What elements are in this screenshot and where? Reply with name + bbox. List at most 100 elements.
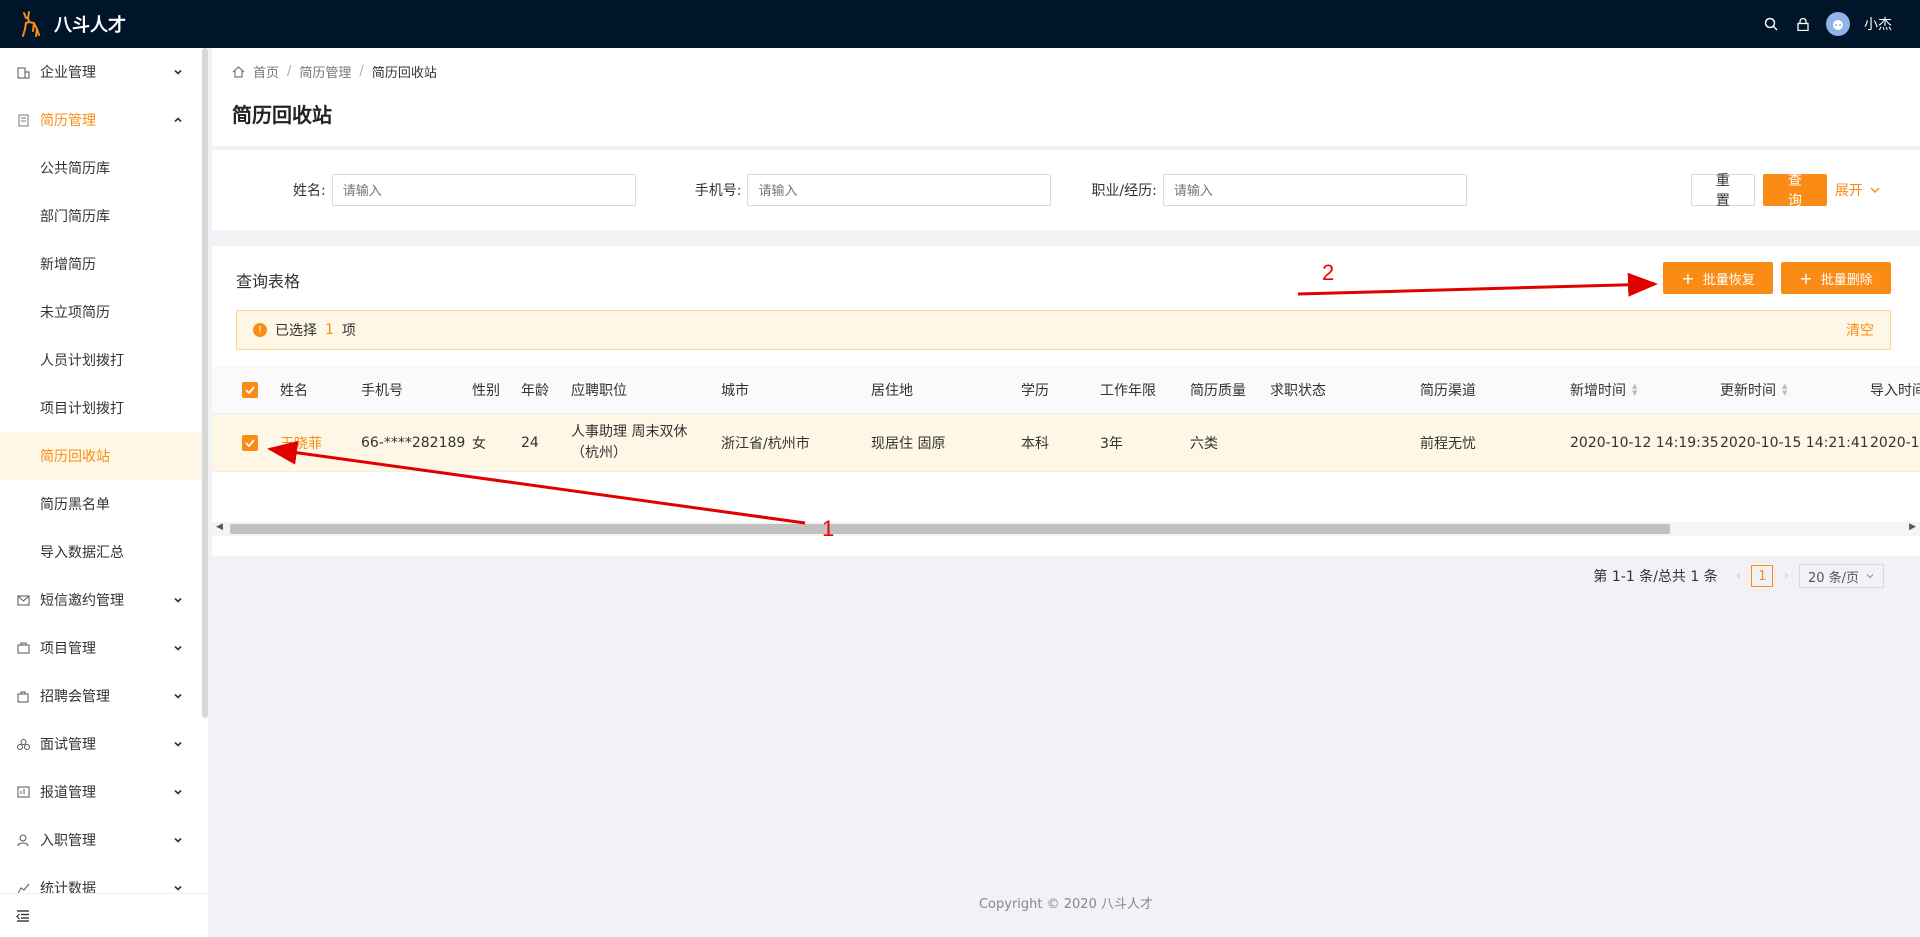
cell-position: 人事助理 周末双休（杭州） [571,423,688,461]
sidebar-subitem-public-resumes[interactable]: 公共简历库 [0,144,208,192]
sidebar-subitem-blacklist[interactable]: 简历黑名单 [0,480,208,528]
row-checkbox[interactable] [242,414,258,471]
sidebar-item-job-fair[interactable]: 招聘会管理 [0,672,208,720]
search-button[interactable]: 查 询 [1762,173,1827,209]
column-header-sortable[interactable]: 更新时间 ▲ ▼ [1720,366,1787,413]
sidebar-item-label: 短信邀约管理 [40,593,124,609]
plus-icon: + [1799,268,1813,288]
column-header-sortable[interactable]: 新增时间 ▲ ▼ [1570,366,1637,413]
column-header: 简历质量 [1190,382,1246,399]
search-icon[interactable] [1762,15,1780,33]
sidebar: 企业管理 简历管理 公共简历库 部门简历库 新增简历 未立项简历 人员计划拨打 … [0,48,208,937]
sidebar-item-label: 项目管理 [40,641,96,657]
avatar[interactable] [1826,12,1850,36]
job-filter-input[interactable] [1162,174,1467,206]
copyright-footer: Copyright © 2020 八斗人才 [978,897,1153,912]
table-horizontal-scrollbar[interactable]: ◀ ▶ [212,522,1920,536]
phone-filter-label: 手机号: [694,183,742,199]
chevron-up-icon [174,117,182,123]
breadcrumb-separator: / [287,64,292,79]
candidate-name-link[interactable]: 王晓菲 [280,414,322,471]
chevron-down-icon [174,789,182,795]
bag-icon [16,689,30,703]
sidebar-subitem-personnel-call-plan[interactable]: 人员计划拨打 [0,336,208,384]
reset-button[interactable]: 重 置 [1690,173,1755,209]
sidebar-item-label: 简历管理 [40,113,96,129]
prev-page-icon[interactable]: ‹ [1736,568,1742,584]
scroll-right-icon[interactable]: ▶ [1909,522,1916,532]
sidebar-subitem-recycle-bin[interactable]: 简历回收站 [0,432,208,480]
sidebar-subitem-import-summary[interactable]: 导入数据汇总 [0,528,208,576]
scrollbar-thumb[interactable] [230,524,1670,534]
page-number[interactable]: 1 [1751,565,1774,587]
main-content: 首页 / 简历管理 / 简历回收站 简历回收站 姓名: 手机号: 职业/经历: … [212,48,1920,937]
column-header: 城市 [721,382,749,399]
sidebar-collapse-button[interactable] [0,893,208,937]
chevron-down-icon [174,693,182,699]
pagination: 第 1-1 条/总共 1 条 ‹ 1 › 20 条/页 [1593,564,1884,588]
column-header-label: 新增时间 [1570,382,1626,399]
breadcrumb-separator: / [359,64,364,79]
next-page-icon[interactable]: › [1783,568,1789,584]
building-icon [16,65,30,79]
column-header: 性别 [472,382,500,399]
sidebar-item-label: 企业管理 [40,65,96,81]
expand-filters-link[interactable]: 展开 [1835,180,1881,200]
document-icon [16,113,30,127]
name-filter-label: 姓名: [293,183,326,199]
phone-filter-input[interactable] [747,174,1052,206]
column-header: 学历 [1021,382,1049,399]
breadcrumb-home[interactable]: 首页 [253,62,279,81]
sidebar-item-onboarding[interactable]: 入职管理 [0,816,208,864]
query-table-card: 查询表格 + 批量恢复 + 批量删除 ! 已选择 1 项 清空 姓名 手机号 性… [212,246,1920,588]
search-filter-form: 姓名: 手机号: 职业/经历: 重 置 查 询 展开 [212,150,1920,230]
sidebar-item-project[interactable]: 项目管理 [0,624,208,672]
batch-restore-button[interactable]: + 批量恢复 [1663,262,1773,294]
deer-logo-icon [22,11,40,37]
select-all-checkbox[interactable] [242,366,258,413]
page-size-select[interactable]: 20 条/页 [1798,564,1884,588]
mail-icon [16,593,30,607]
batch-restore-label: 批量恢复 [1702,272,1755,288]
table-row[interactable]: 王晓菲 66-****282189 女 24 人事助理 周末双休（杭州） 浙江省… [212,414,1920,472]
sort-icon: ▲ ▼ [1632,381,1638,397]
sidebar-subitem-department-resumes[interactable]: 部门简历库 [0,192,208,240]
people-icon [16,737,30,751]
chevron-down-icon [1866,574,1874,579]
brand[interactable]: 八斗人才 [20,11,126,37]
column-header: 手机号 [361,382,403,399]
sidebar-item-label: 报道管理 [40,785,96,801]
column-header: 求职状态 [1270,382,1326,399]
sidebar-item-resume[interactable]: 简历管理 [0,96,208,144]
batch-delete-button[interactable]: + 批量删除 [1781,262,1891,294]
checkbox-checked-icon [242,381,258,398]
sidebar-scrollbar[interactable] [202,48,208,718]
username[interactable]: 小杰 [1864,14,1892,34]
annotation-label-2: 2 [1322,260,1335,285]
sidebar-subitem-new-resume[interactable]: 新增简历 [0,240,208,288]
sidebar-subitem-project-call-plan[interactable]: 项目计划拨打 [0,384,208,432]
breadcrumb-parent[interactable]: 简历管理 [299,62,351,81]
column-header-label: 更新时间 [1720,382,1776,399]
table-title: 查询表格 [236,272,301,291]
sidebar-subitem-unassigned-resumes[interactable]: 未立项简历 [0,288,208,336]
sidebar-item-enterprise[interactable]: 企业管理 [0,48,208,96]
cell-education: 本科 [1021,435,1049,452]
cell-imported-time: 2020-1 [1870,434,1920,451]
cell-residence: 现居住 固原 [871,435,946,452]
expand-label: 展开 [1834,183,1863,199]
column-header: 导入时间 [1870,382,1920,399]
sidebar-item-report[interactable]: 报道管理 [0,768,208,816]
top-navbar: 八斗人才 小杰 [0,0,1920,48]
lock-icon[interactable] [1794,15,1812,33]
sidebar-item-interview[interactable]: 面试管理 [0,720,208,768]
home-icon [232,65,245,78]
pagination-summary: 第 1-1 条/总共 1 条 [1593,569,1718,585]
name-filter-input[interactable] [331,174,636,206]
page-size-value: 20 条/页 [1807,570,1859,586]
sidebar-item-sms[interactable]: 短信邀约管理 [0,576,208,624]
cell-quality: 六类 [1190,435,1218,452]
clear-selection-link[interactable]: 清空 [1846,320,1874,340]
scroll-left-icon[interactable]: ◀ [216,522,223,532]
page-header: 首页 / 简历管理 / 简历回收站 简历回收站 [212,48,1920,146]
